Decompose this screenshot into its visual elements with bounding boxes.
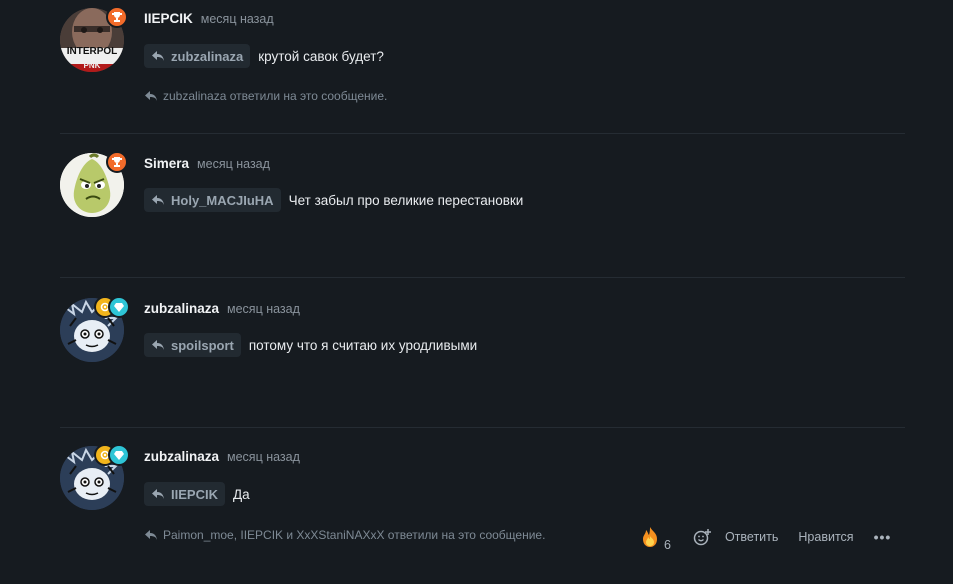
comment-text: Чет забыл про великие перестановки xyxy=(288,192,524,208)
reply-button[interactable]: Ответить xyxy=(725,530,778,544)
timestamp[interactable]: месяц назад xyxy=(227,450,300,464)
comment-text: потому что я считаю их уродливыми xyxy=(248,337,478,353)
reply-arrow-icon xyxy=(152,340,164,350)
timestamp[interactable]: месяц назад xyxy=(197,157,270,171)
author-name[interactable]: zubzalinaza xyxy=(144,301,219,316)
reply-to-user: spoilsport xyxy=(171,337,234,353)
timestamp[interactable]: месяц назад xyxy=(227,302,300,316)
replies-note: zubzalinaza ответили на это сообщение. xyxy=(163,89,388,103)
avatar[interactable] xyxy=(60,444,130,510)
comment-text: крутой савок будет? xyxy=(258,48,384,64)
comment-actions: 6 Ответить Нравится ••• xyxy=(640,526,892,552)
like-button[interactable]: Нравится xyxy=(798,530,853,544)
reply-to-user: IIEPCIK xyxy=(171,486,218,502)
fire-icon xyxy=(643,527,657,547)
reply-arrow-icon xyxy=(145,530,157,540)
divider xyxy=(60,277,905,278)
trophy-icon xyxy=(106,6,128,28)
reply-to-chip[interactable]: zubzalinaza xyxy=(144,44,251,68)
reply-to-chip[interactable]: IIEPCIK xyxy=(144,482,225,506)
reaction-fire[interactable]: 6 xyxy=(640,526,671,552)
replies-note: Paimon_moe, IIEPCIK и XxXStaniNAXxX отве… xyxy=(163,528,546,542)
author-name[interactable]: zubzalinaza xyxy=(144,449,219,464)
reply-arrow-icon xyxy=(152,489,164,499)
avatar-caption-2: PNK xyxy=(83,61,101,70)
replies-link[interactable]: Paimon_moe, IIEPCIK и XxXStaniNAXxX отве… xyxy=(144,528,545,542)
avatar-caption: INTERPOL xyxy=(66,46,118,57)
reply-arrow-icon xyxy=(152,51,164,61)
reply-to-chip[interactable]: spoilsport xyxy=(144,333,241,357)
comment-text: Да xyxy=(232,486,250,502)
diamond-icon xyxy=(108,444,130,466)
reply-to-user: Holy_MACJIuHA xyxy=(171,192,274,208)
reply-to-user: zubzalinaza xyxy=(171,48,244,64)
avatar[interactable] xyxy=(60,151,128,217)
divider xyxy=(60,133,905,134)
more-options-button[interactable]: ••• xyxy=(874,529,892,545)
author-name[interactable]: IIEPCIK xyxy=(144,11,193,26)
trophy-icon xyxy=(106,151,128,173)
author-name[interactable]: Simera xyxy=(144,156,189,171)
replies-link[interactable]: zubzalinaza ответили на это сообщение. xyxy=(144,89,387,103)
timestamp[interactable]: месяц назад xyxy=(201,12,274,26)
reply-arrow-icon xyxy=(145,91,157,101)
avatar[interactable]: INTERPOL PNK xyxy=(60,6,128,72)
avatar[interactable] xyxy=(60,296,130,362)
reply-arrow-icon xyxy=(152,195,164,205)
diamond-icon xyxy=(108,296,130,318)
reply-to-chip[interactable]: Holy_MACJIuHA xyxy=(144,188,281,212)
add-reaction-icon[interactable] xyxy=(693,528,713,546)
reaction-count: 6 xyxy=(664,538,671,552)
divider xyxy=(60,427,905,428)
